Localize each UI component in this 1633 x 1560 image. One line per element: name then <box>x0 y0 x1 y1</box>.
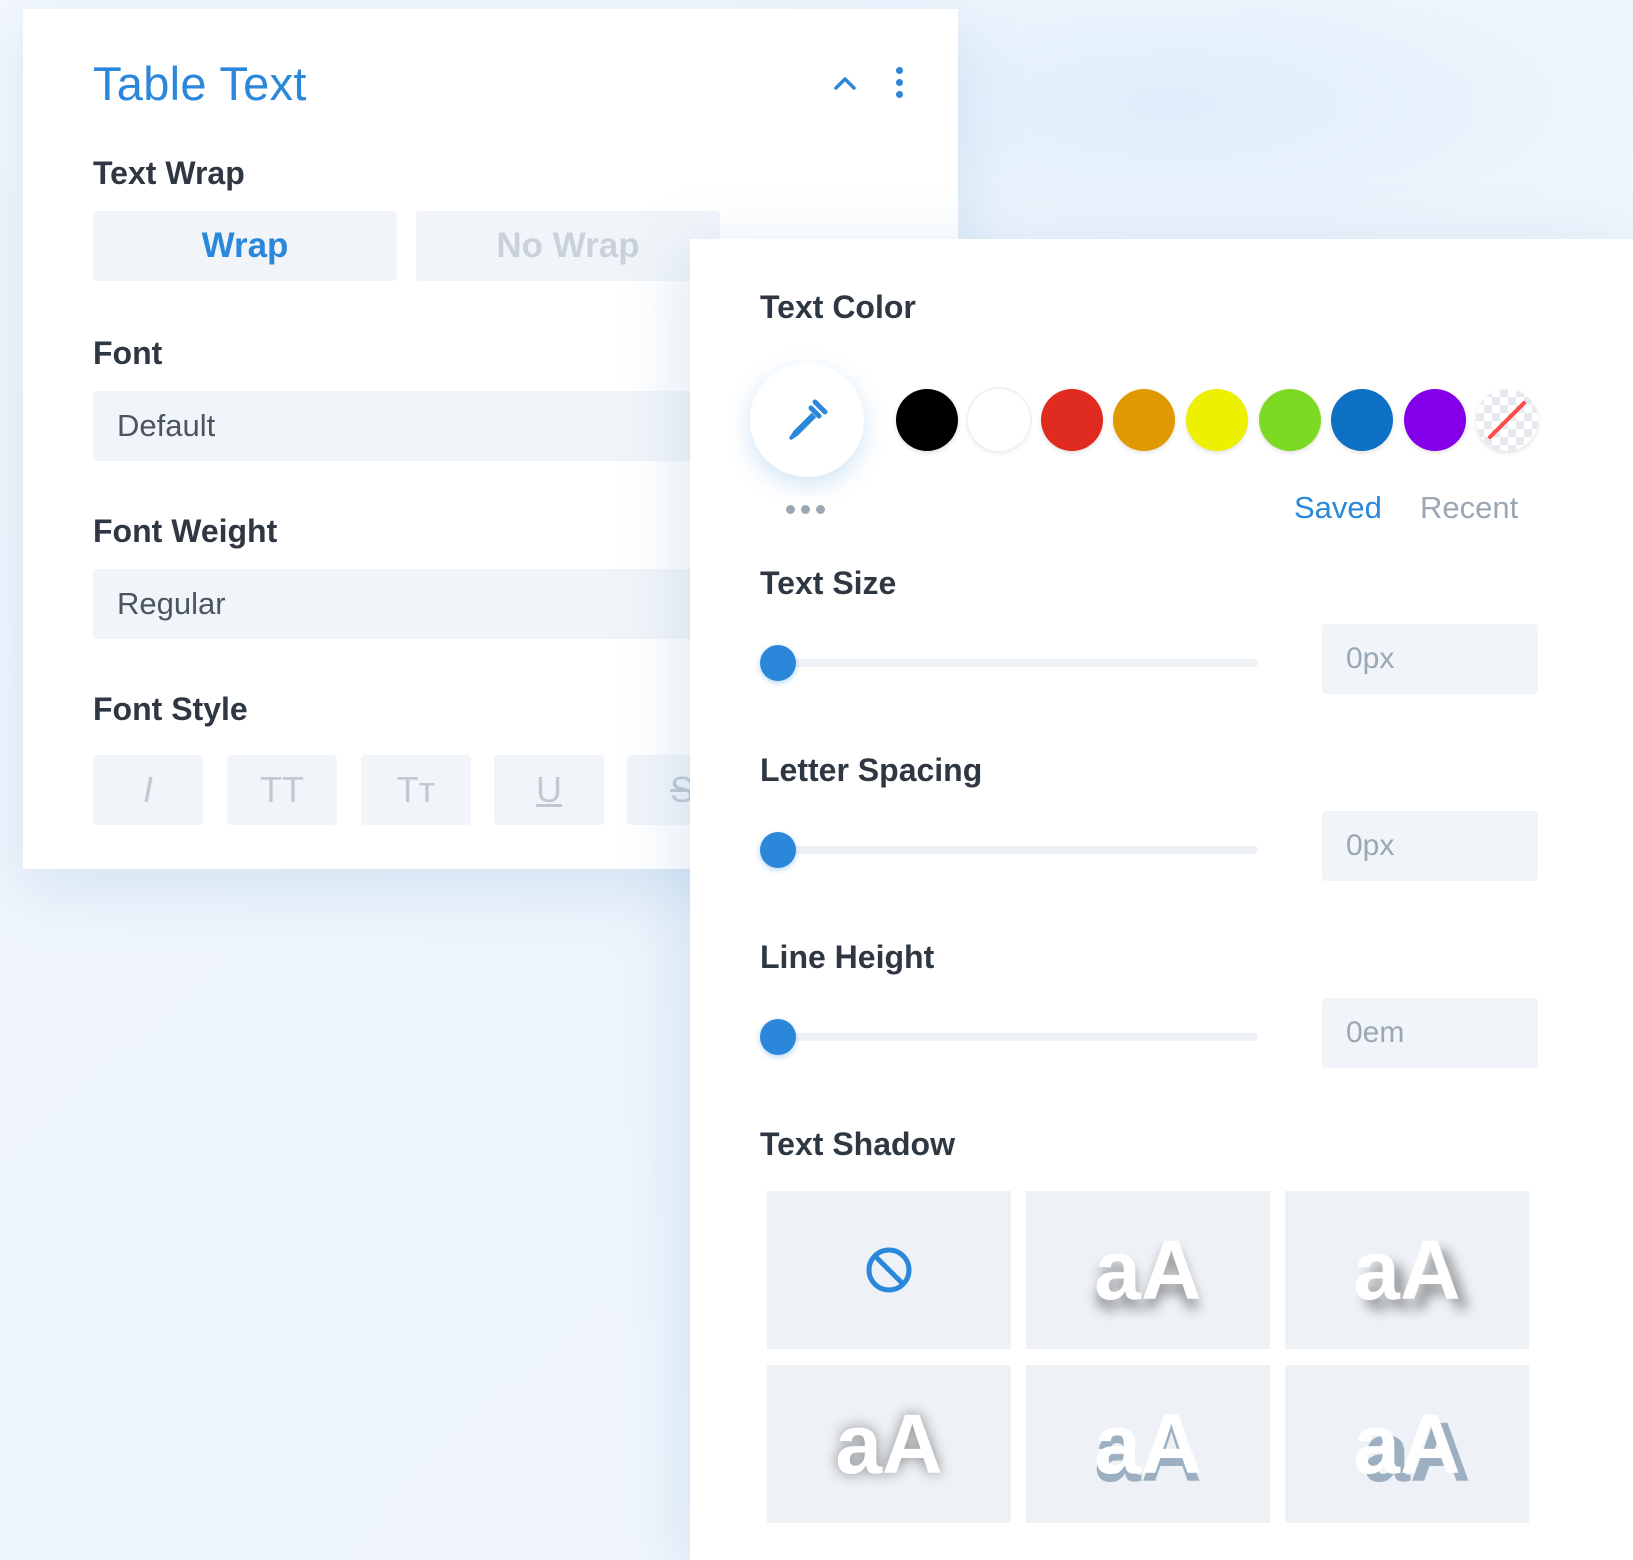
text-size-input[interactable]: 0px <box>1322 624 1538 694</box>
text-wrap-label: Text Wrap <box>93 155 245 191</box>
swatch-blue[interactable] <box>1331 389 1393 451</box>
text-shadow-label: Text Shadow <box>760 1126 955 1162</box>
no-shadow-icon <box>866 1247 912 1293</box>
no-wrap-button[interactable]: No Wrap <box>416 211 720 281</box>
letter-spacing-slider-track[interactable] <box>778 846 1258 854</box>
swatch-transparent[interactable] <box>1476 389 1538 451</box>
chevron-up-icon[interactable] <box>833 71 857 95</box>
line-height-label: Line Height <box>760 939 935 975</box>
line-height-input[interactable]: 0em <box>1322 998 1538 1068</box>
letter-spacing-input[interactable]: 0px <box>1322 811 1538 881</box>
swatch-red[interactable] <box>1041 389 1103 451</box>
shadow-preset-bottom-right[interactable]: aA <box>1285 1191 1529 1349</box>
eyedropper-button[interactable] <box>750 363 864 477</box>
uppercase-button[interactable]: TT <box>227 755 337 825</box>
text-color-label: Text Color <box>760 289 916 325</box>
text-settings-panel: Text Color Saved Recent Text Size 0px Le… <box>690 239 1633 1560</box>
font-label: Font <box>93 335 163 371</box>
font-select[interactable]: Default <box>93 391 693 461</box>
swatch-green[interactable] <box>1259 389 1321 451</box>
shadow-preset-hard-bottom-right[interactable]: aA <box>1285 1365 1529 1523</box>
panel-title: Table Text <box>93 57 307 110</box>
saved-colors-tab[interactable]: Saved <box>1294 490 1382 526</box>
shadow-preset-glow[interactable]: aA <box>767 1365 1011 1523</box>
text-size-slider-track[interactable] <box>778 659 1258 667</box>
shadow-preset-none[interactable] <box>767 1191 1011 1349</box>
more-options-icon[interactable] <box>895 67 905 101</box>
shadow-preset-bottom[interactable]: aA <box>1026 1191 1270 1349</box>
swatch-black[interactable] <box>896 389 958 451</box>
no-color-icon <box>1488 401 1526 439</box>
italic-button[interactable]: I <box>93 755 203 825</box>
eyedropper-icon <box>789 399 828 440</box>
shadow-preset-hard-bottom[interactable]: aA <box>1026 1365 1270 1523</box>
recent-colors-tab[interactable]: Recent <box>1420 490 1518 526</box>
font-weight-label: Font Weight <box>93 513 278 549</box>
line-height-slider-thumb[interactable] <box>760 1019 796 1055</box>
capitalize-button[interactable]: Tт <box>361 755 471 825</box>
background-glow <box>860 0 1633 260</box>
text-size-label: Text Size <box>760 565 897 601</box>
swatch-yellow[interactable] <box>1186 389 1248 451</box>
wrap-button[interactable]: Wrap <box>93 211 397 281</box>
swatch-orange[interactable] <box>1113 389 1175 451</box>
underline-button[interactable]: U <box>494 755 604 825</box>
text-size-slider-thumb[interactable] <box>760 645 796 681</box>
swatch-purple[interactable] <box>1404 389 1466 451</box>
font-style-label: Font Style <box>93 691 248 727</box>
font-weight-select[interactable]: Regular <box>93 569 693 639</box>
more-colors-icon[interactable] <box>786 505 830 515</box>
swatch-white[interactable] <box>968 389 1030 451</box>
line-height-slider-track[interactable] <box>778 1033 1258 1041</box>
letter-spacing-label: Letter Spacing <box>760 752 983 788</box>
letter-spacing-slider-thumb[interactable] <box>760 832 796 868</box>
